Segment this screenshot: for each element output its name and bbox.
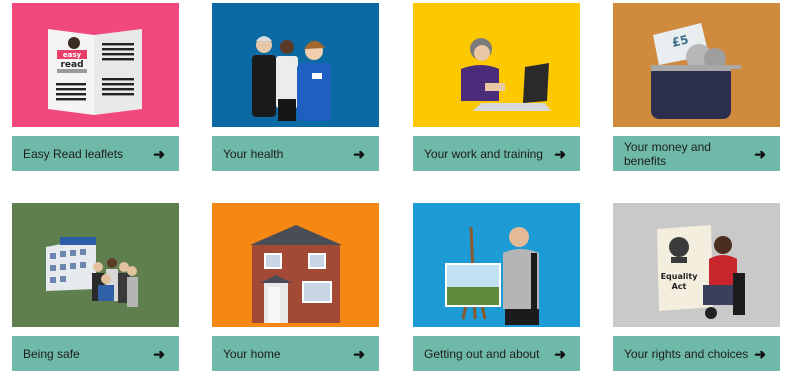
card-label: Easy Read leaflets (23, 146, 124, 161)
your-money-and-benefits-image: £5 (613, 3, 780, 127)
card-label-bar[interactable]: Easy Read leaflets ➜ (12, 136, 179, 171)
card-label-bar[interactable]: Your work and training ➜ (413, 136, 580, 171)
easy-read-leaflets-image: easy read (12, 3, 179, 127)
svg-text:Equality: Equality (661, 272, 699, 281)
arrow-right-icon: ➜ (754, 145, 766, 162)
arrow-right-icon: ➜ (353, 145, 365, 162)
svg-text:Act: Act (672, 282, 687, 291)
card-label-bar[interactable]: Your rights and choices ➜ (613, 336, 780, 371)
card-label: Your health (223, 146, 284, 161)
arrow-right-icon: ➜ (153, 145, 165, 162)
your-home-image (212, 203, 379, 327)
card-your-work-and-training[interactable]: Your work and training ➜ (413, 3, 580, 171)
svg-text:read: read (60, 60, 83, 70)
being-safe-image (12, 203, 179, 327)
card-label: Your work and training (424, 146, 543, 161)
arrow-right-icon: ➜ (153, 345, 165, 362)
card-label-bar[interactable]: Getting out and about ➜ (413, 336, 580, 371)
card-your-health[interactable]: Your health ➜ (212, 3, 379, 171)
topic-grid: easy read Easy Read leaflets ➜ Your heal… (0, 0, 786, 371)
card-label: Getting out and about (424, 346, 540, 361)
card-being-safe[interactable]: Being safe ➜ (12, 203, 179, 371)
card-your-home[interactable]: Your home ➜ (212, 203, 379, 371)
svg-text:easy: easy (63, 51, 82, 59)
card-label-bar[interactable]: Your home ➜ (212, 336, 379, 371)
arrow-right-icon: ➜ (353, 345, 365, 362)
card-label: Your rights and choices (624, 346, 749, 361)
arrow-right-icon: ➜ (554, 345, 566, 362)
card-your-money-and-benefits[interactable]: £5 Your money and benefits ➜ (613, 3, 780, 171)
card-label: Your home (223, 346, 281, 361)
card-label-bar[interactable]: Being safe ➜ (12, 336, 179, 371)
card-getting-out-and-about[interactable]: Getting out and about ➜ (413, 203, 580, 371)
card-label: Being safe (23, 346, 80, 361)
arrow-right-icon: ➜ (554, 145, 566, 162)
your-work-and-training-image (413, 3, 580, 127)
getting-out-and-about-image (413, 203, 580, 327)
card-label-bar[interactable]: Your money and benefits ➜ (613, 136, 780, 171)
your-health-image (212, 3, 379, 127)
arrow-right-icon: ➜ (754, 345, 766, 362)
card-easy-read-leaflets[interactable]: easy read Easy Read leaflets ➜ (12, 3, 179, 171)
card-your-rights-and-choices[interactable]: Equality Act Your rights and choices ➜ (613, 203, 780, 371)
card-label: Your money and benefits (624, 139, 711, 168)
your-rights-and-choices-image: Equality Act (613, 203, 780, 327)
card-label-bar[interactable]: Your health ➜ (212, 136, 379, 171)
